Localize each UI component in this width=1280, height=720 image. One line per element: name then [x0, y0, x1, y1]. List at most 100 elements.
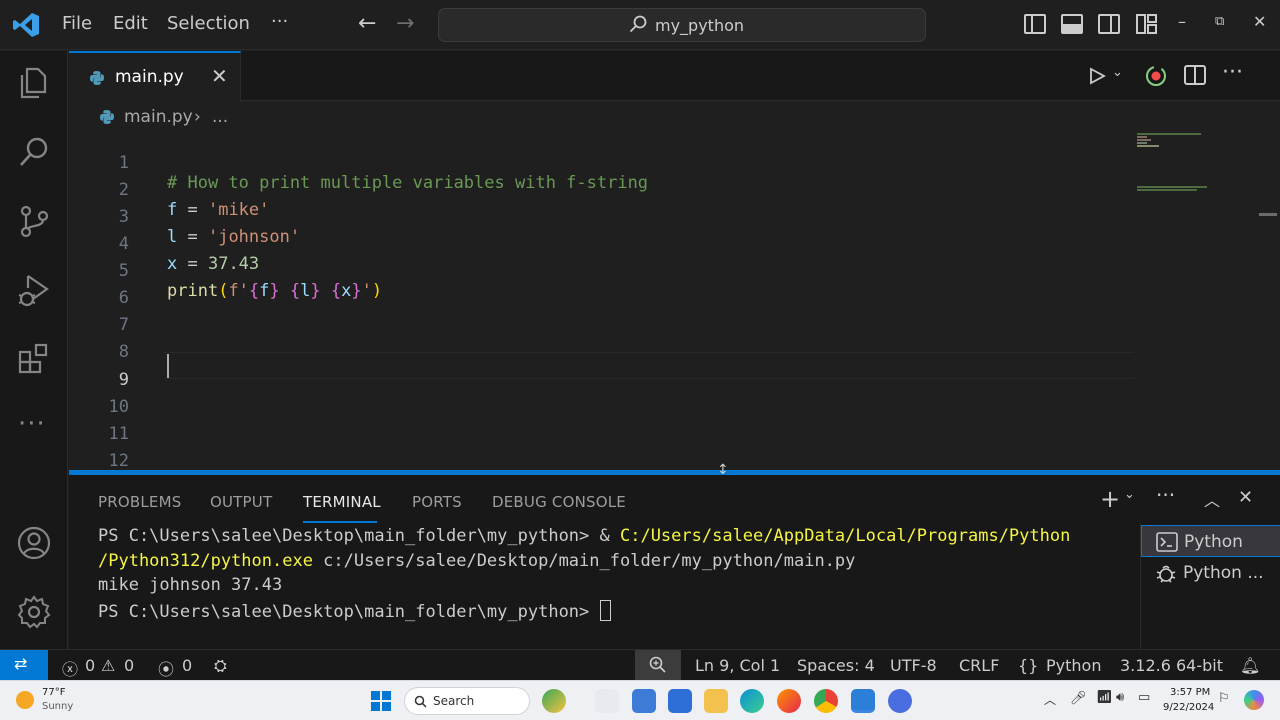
notifications-bell-icon[interactable]: 🔔︎ — [1240, 656, 1260, 675]
tab-debug-console[interactable]: DEBUG CONSOLE — [492, 493, 626, 511]
close-tab-icon[interactable]: ✕ — [211, 64, 228, 88]
volume-icon[interactable]: 🔊︎ — [1116, 690, 1124, 705]
weather-temperature[interactable]: 77°F — [42, 687, 65, 698]
errors-icon[interactable]: ⓧ — [62, 656, 78, 680]
search-icon[interactable] — [16, 134, 52, 170]
explorer-icon[interactable] — [16, 65, 52, 101]
search-icon — [629, 15, 647, 33]
menu-selection[interactable]: Selection — [167, 13, 250, 34]
terminal-line: /Python312/python.exe c:/Users/salee/Des… — [98, 551, 1138, 571]
microphone-icon[interactable]: 🎤︎ — [1070, 691, 1087, 706]
editor-actions: ⌄ ··· — [1088, 60, 1258, 89]
restore-icon[interactable]: ⧉ — [1215, 14, 1224, 29]
new-terminal-icon[interactable]: + — [1100, 485, 1120, 513]
language-braces-icon[interactable]: {} — [1018, 656, 1038, 675]
record-icon[interactable] — [1144, 64, 1168, 88]
remote-indicator[interactable]: ⇄ — [0, 650, 48, 681]
clock-date[interactable]: 9/22/2024 — [1163, 702, 1214, 713]
remote-icon: ⇄ — [14, 654, 28, 673]
forward-arrow-icon[interactable]: → — [396, 11, 414, 36]
zoom-indicator[interactable] — [635, 650, 681, 681]
menu-edit[interactable]: Edit — [113, 13, 148, 34]
wifi-icon[interactable]: 📶︎ — [1096, 690, 1113, 705]
terminal-prompt: PS C:\Users\salee\Desktop\main_folder\my… — [98, 526, 620, 546]
tab-ports[interactable]: PORTS — [412, 493, 462, 511]
language-mode[interactable]: Python — [1046, 656, 1101, 675]
terminal-cursor — [599, 600, 611, 621]
bottom-panel: PROBLEMS OUTPUT TERMINAL PORTS DEBUG CON… — [69, 475, 1280, 649]
windows-start-icon[interactable] — [370, 690, 392, 712]
more-icon[interactable]: ··· — [18, 409, 46, 439]
ports-count[interactable]: 0 — [182, 656, 192, 675]
source-control-icon[interactable] — [16, 203, 52, 239]
firefox-browser-icon[interactable] — [777, 689, 801, 713]
chevron-up-icon[interactable]: ︿ — [1044, 691, 1056, 708]
close-window-icon[interactable]: ✕ — [1253, 12, 1266, 31]
notification-icon[interactable]: ⚐ — [1218, 691, 1230, 706]
toggle-secondary-sidebar-icon[interactable] — [1098, 14, 1120, 34]
more-actions-icon[interactable]: ··· — [1156, 483, 1175, 507]
widgets-app-icon[interactable] — [542, 689, 566, 713]
toggle-primary-sidebar-icon[interactable] — [1024, 14, 1046, 34]
vscode-taskbar-icon[interactable] — [851, 689, 875, 713]
tab-output[interactable]: OUTPUT — [210, 493, 272, 511]
cursor-position[interactable]: Ln 9, Col 1 — [695, 656, 780, 675]
close-panel-icon[interactable]: ✕ — [1238, 487, 1253, 508]
code-editor[interactable]: 1 # How to print multiple variables with… — [69, 132, 1280, 470]
customize-layout-icon[interactable] — [1136, 14, 1158, 34]
tab-label: main.py — [115, 67, 184, 87]
python-file-icon — [90, 71, 104, 85]
toggle-panel-icon[interactable] — [1061, 14, 1083, 34]
mail-app-icon[interactable] — [632, 689, 656, 713]
minimap[interactable] — [1135, 132, 1265, 470]
battery-icon[interactable]: ▭ — [1138, 690, 1150, 705]
menu-file[interactable]: File — [62, 13, 92, 34]
weather-sun-icon[interactable] — [16, 691, 34, 709]
chevron-down-icon[interactable]: ⌄ — [1124, 487, 1135, 502]
back-arrow-icon[interactable]: ← — [358, 11, 376, 36]
account-icon[interactable] — [16, 525, 52, 561]
menu-more[interactable]: ··· — [271, 11, 288, 32]
copilot-icon[interactable] — [1244, 690, 1264, 710]
warnings-count[interactable]: 0 — [124, 656, 134, 675]
errors-count[interactable]: 0 — [85, 656, 95, 675]
chrome-browser-icon[interactable] — [814, 689, 838, 713]
split-editor-icon[interactable] — [1184, 65, 1206, 85]
file-explorer-icon[interactable] — [704, 689, 728, 713]
indentation[interactable]: Spaces: 4 — [797, 656, 875, 675]
end-of-line[interactable]: CRLF — [959, 656, 999, 675]
breadcrumb-more[interactable]: ... — [212, 107, 228, 127]
debug-launch-icon[interactable]: ⛭ — [214, 656, 227, 676]
breadcrumb-file[interactable]: main.py — [124, 107, 193, 127]
task-view-icon[interactable] — [595, 689, 619, 713]
ports-icon[interactable]: ⦿ — [158, 656, 174, 680]
zoom-app-icon[interactable] — [888, 689, 912, 713]
python-interpreter[interactable]: 3.12.6 64-bit — [1120, 656, 1223, 675]
run-python-file-icon[interactable] — [1088, 67, 1106, 85]
more-actions-icon[interactable]: ··· — [1222, 60, 1243, 85]
encoding[interactable]: UTF-8 — [890, 656, 937, 675]
terminal-list-item[interactable]: Python — [1141, 525, 1280, 557]
scrollbar-indicator[interactable] — [1259, 213, 1277, 216]
tab-terminal[interactable]: TERMINAL — [303, 493, 381, 511]
edge-browser-icon[interactable] — [740, 689, 764, 713]
store-app-icon[interactable] — [668, 689, 692, 713]
chevron-down-icon[interactable]: ⌄ — [1112, 65, 1123, 80]
extensions-icon[interactable] — [16, 341, 52, 377]
settings-gear-icon[interactable] — [16, 594, 52, 630]
maximize-panel-icon[interactable]: ︿ — [1204, 487, 1220, 511]
tab-problems[interactable]: PROBLEMS — [98, 493, 181, 511]
weather-condition[interactable]: Sunny — [42, 701, 73, 712]
taskbar-search[interactable]: Search — [404, 687, 530, 715]
terminal-list-label: Python ... — [1183, 563, 1264, 583]
terminal-line[interactable]: PS C:\Users\salee\Desktop\main_folder\my… — [98, 600, 1138, 622]
terminal-list-item[interactable]: Python ... — [1141, 557, 1280, 589]
code-line: 2 f = 'mike' — [69, 160, 1129, 220]
run-debug-icon[interactable] — [16, 272, 52, 308]
warning-icon[interactable]: ⚠ — [101, 656, 115, 675]
minimize-icon[interactable]: – — [1178, 12, 1186, 31]
clock-time[interactable]: 3:57 PM — [1170, 687, 1210, 698]
tab-main-py[interactable]: main.py ✕ — [69, 51, 241, 101]
editor-tabs: main.py ✕ ⌄ ··· — [69, 51, 1280, 101]
command-center[interactable]: my_python — [438, 8, 926, 42]
